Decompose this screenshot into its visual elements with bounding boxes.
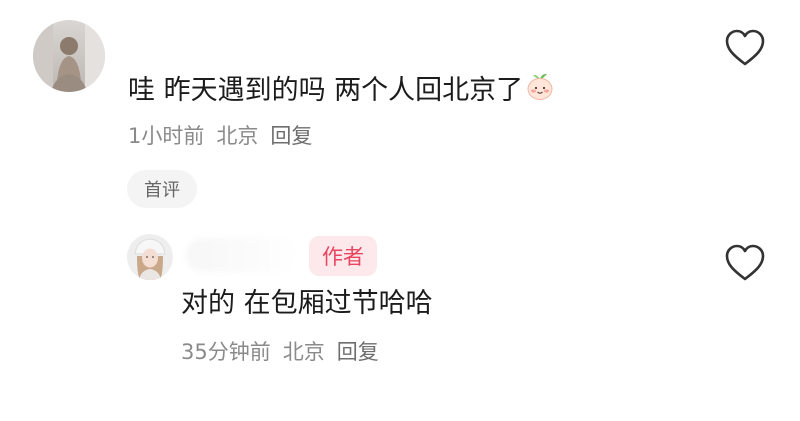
reply-time: 35分钟前 — [181, 340, 271, 364]
like-heart-icon[interactable] — [723, 243, 767, 283]
reply-text: 对的 在包厢过节哈哈 — [181, 288, 433, 319]
comment-location: 北京 — [216, 124, 259, 148]
commenter-avatar[interactable] — [33, 20, 105, 92]
reply-location: 北京 — [282, 340, 325, 364]
reply-button[interactable]: 回复 — [270, 124, 312, 148]
comment-time: 1小时前 — [128, 124, 205, 148]
reply-meta: 35分钟前 北京 回复 — [181, 342, 391, 363]
reply-button[interactable]: 回复 — [337, 340, 379, 364]
comment-text: 哇 昨天遇到的吗 两个人回北京了 — [128, 71, 555, 109]
first-comment-badge: 首评 — [127, 170, 197, 208]
comment-body: 哇 昨天遇到的吗 两个人回北京了 — [128, 75, 524, 106]
like-heart-icon[interactable] — [723, 28, 767, 68]
author-badge: 作者 — [309, 236, 377, 276]
author-name-redacted — [186, 238, 298, 272]
smiling-peach-emoji-icon — [525, 71, 555, 106]
author-avatar[interactable] — [127, 234, 173, 280]
comment-meta: 1小时前 北京 回复 — [128, 126, 324, 147]
